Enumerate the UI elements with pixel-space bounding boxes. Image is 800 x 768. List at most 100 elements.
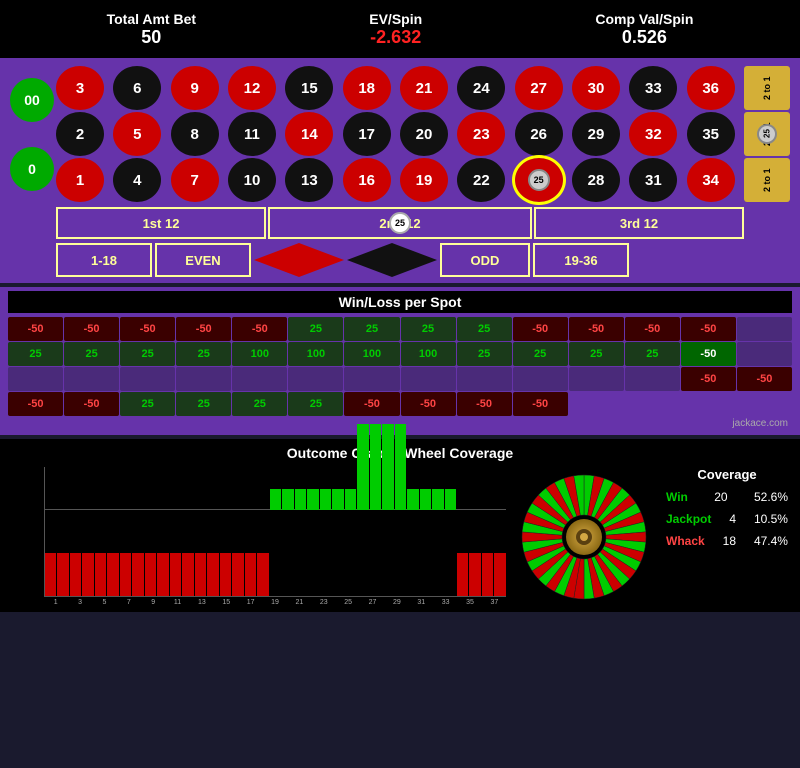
- header: Total Amt Bet 50 EV/Spin -2.632 Comp Val…: [0, 0, 800, 58]
- bar-wrapper: [469, 467, 480, 596]
- wl-cell: [457, 367, 512, 391]
- dozen-1st[interactable]: 1st 12: [56, 207, 266, 239]
- side-bet-bot[interactable]: 2 to 1: [744, 158, 790, 202]
- wl-cell: -50: [64, 392, 119, 416]
- number-34[interactable]: 34: [687, 158, 735, 202]
- bar-chart: [44, 467, 506, 597]
- x-label: 7: [117, 599, 140, 606]
- x-label: 31: [410, 599, 433, 606]
- number-31[interactable]: 31: [629, 158, 677, 202]
- wl-cell: 25: [625, 342, 680, 366]
- number-4[interactable]: 4: [113, 158, 161, 202]
- number-15[interactable]: 15: [285, 66, 333, 110]
- number-30[interactable]: 30: [572, 66, 620, 110]
- number-12[interactable]: 12: [228, 66, 276, 110]
- winloss-section: Win/Loss per Spot -50-50-50-50-502525252…: [0, 287, 800, 435]
- number-3[interactable]: 3: [56, 66, 104, 110]
- bar: [232, 553, 243, 596]
- side-bet-mid[interactable]: 2 to 1 25: [744, 112, 790, 156]
- total-amt-value: 50: [107, 27, 196, 48]
- wl-cell: 100: [344, 342, 399, 366]
- ev-spin-value: -2.632: [369, 27, 422, 48]
- number-13[interactable]: 13: [285, 158, 333, 202]
- number-36[interactable]: 36: [687, 66, 735, 110]
- bet-red[interactable]: [254, 243, 344, 277]
- bar: [145, 553, 156, 596]
- comp-val-value: 0.526: [595, 27, 693, 48]
- bar-wrapper: [494, 467, 505, 596]
- bar-wrapper: [257, 467, 268, 596]
- bar-wrapper: [145, 467, 156, 596]
- side-bet-top[interactable]: 2 to 1: [744, 66, 790, 110]
- wl-cell: 25: [176, 342, 231, 366]
- wl-cell: -50: [513, 392, 568, 416]
- number-29[interactable]: 29: [572, 112, 620, 156]
- wl-cell: [120, 367, 175, 391]
- bet-19-36[interactable]: 19-36: [533, 243, 629, 277]
- x-label: 17: [239, 599, 262, 606]
- bar-wrapper: [132, 467, 143, 596]
- number-18[interactable]: 18: [343, 66, 391, 110]
- number-8[interactable]: 8: [171, 112, 219, 156]
- dozen-3rd[interactable]: 3rd 12: [534, 207, 744, 239]
- number-28[interactable]: 28: [572, 158, 620, 202]
- bet-odd[interactable]: ODD: [440, 243, 530, 277]
- bar-wrapper: [482, 467, 493, 596]
- bar: [45, 553, 56, 596]
- number-33[interactable]: 33: [629, 66, 677, 110]
- wl-cell: [401, 367, 456, 391]
- bet-black[interactable]: [347, 243, 437, 277]
- number-25[interactable]: 2525: [515, 158, 563, 202]
- number-9[interactable]: 9: [171, 66, 219, 110]
- number-16[interactable]: 16: [343, 158, 391, 202]
- number-23[interactable]: 23: [457, 112, 505, 156]
- wheel-pin: [580, 533, 588, 541]
- coverage-jackpot-label: Jackpot: [666, 512, 711, 526]
- number-11[interactable]: 11: [228, 112, 276, 156]
- comp-val-spin: Comp Val/Spin 0.526: [595, 11, 693, 48]
- number-27[interactable]: 27: [515, 66, 563, 110]
- bar: [445, 489, 456, 511]
- wl-cell: -50: [569, 317, 624, 341]
- bar-wrapper: [157, 467, 168, 596]
- number-17[interactable]: 17: [343, 112, 391, 156]
- coverage-win-label: Win: [666, 490, 688, 504]
- bet-even[interactable]: EVEN: [155, 243, 251, 277]
- number-20[interactable]: 20: [400, 112, 448, 156]
- wl-cell: [737, 342, 792, 366]
- number-6[interactable]: 6: [113, 66, 161, 110]
- bar: [295, 489, 306, 511]
- bar: [82, 553, 93, 596]
- bar: [107, 553, 118, 596]
- graph-section: Outcome Graph / Wheel Coverage 100 50 0 …: [0, 439, 800, 612]
- number-21[interactable]: 21: [400, 66, 448, 110]
- wl-cell: [513, 367, 568, 391]
- coverage-whack-pct: 47.4%: [754, 534, 788, 548]
- bar-wrapper: [95, 467, 106, 596]
- bar-wrapper: [420, 467, 431, 596]
- number-32[interactable]: 32: [629, 112, 677, 156]
- number-35[interactable]: 35: [687, 112, 735, 156]
- number-2[interactable]: 2: [56, 112, 104, 156]
- bar-chart-container: 100 50 0 -50 135791113151719212325272931…: [8, 467, 506, 606]
- number-10[interactable]: 10: [228, 158, 276, 202]
- x-label: 37: [483, 599, 506, 606]
- bar-wrapper: [307, 467, 318, 596]
- number-19[interactable]: 19: [400, 158, 448, 202]
- number-26[interactable]: 26: [515, 112, 563, 156]
- number-0[interactable]: 0: [10, 147, 54, 191]
- coverage-whack-row: Whack 18 47.4%: [662, 532, 792, 550]
- dozen-2nd[interactable]: 2nd 12 25: [268, 207, 532, 239]
- bar-wrapper: [120, 467, 131, 596]
- number-22[interactable]: 22: [457, 158, 505, 202]
- number-24[interactable]: 24: [457, 66, 505, 110]
- number-7[interactable]: 7: [171, 158, 219, 202]
- number-5[interactable]: 5: [113, 112, 161, 156]
- wl-cell: [8, 367, 63, 391]
- number-1[interactable]: 1: [56, 158, 104, 202]
- dozens-row: 1st 12 2nd 12 25 3rd 12: [10, 207, 790, 239]
- bet-1-18[interactable]: 1-18: [56, 243, 152, 277]
- number-00[interactable]: 00: [10, 78, 54, 122]
- number-14[interactable]: 14: [285, 112, 333, 156]
- bar: [120, 553, 131, 596]
